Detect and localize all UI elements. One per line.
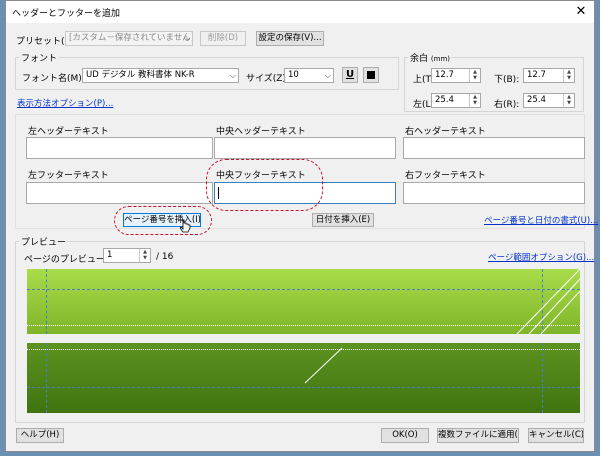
font-name-select[interactable]: UD デジタル 教科書体 NK-R ⌵	[82, 68, 239, 83]
save-preset-button[interactable]: 設定の保存(V)...	[256, 31, 324, 46]
header-preview-image	[27, 269, 580, 334]
page-range-options-link[interactable]: ページ範囲オプション(G)...	[488, 251, 594, 263]
page-preview-value: 1	[107, 250, 113, 260]
font-group-label: フォント	[19, 51, 60, 64]
chevron-down-icon: ⌵	[324, 71, 331, 80]
delete-preset-button[interactable]: 削除(D)	[200, 31, 246, 46]
left-footer-label: 左フッターテキスト	[28, 171, 109, 181]
apply-multiple-files-button[interactable]: 複数ファイルに適用(A)	[437, 428, 519, 443]
help-button[interactable]: ヘルプ(H)	[16, 428, 64, 443]
font-size-label: サイズ(Z):	[246, 74, 289, 84]
spinner-arrows-icon[interactable]: ▲ ▼	[563, 69, 574, 82]
display-options-link[interactable]: 表示方法オプション(P)...	[17, 97, 113, 109]
chevron-down-icon: ⌵	[229, 71, 236, 80]
margin-right-label: 右(R):	[494, 100, 520, 110]
margin-bottom-value: 12.7	[527, 70, 546, 80]
font-name-label: フォント名(M):	[22, 74, 85, 84]
right-header-label: 右ヘッダーテキスト	[405, 127, 486, 137]
decorative-lines-icon	[516, 269, 580, 334]
margin-unit: (mm)	[430, 55, 450, 63]
margin-bottom-input[interactable]: 12.7 ▲ ▼	[523, 68, 575, 83]
insert-date-button[interactable]: 日付を挿入(E)	[312, 213, 374, 227]
preview-group-label: プレビュー	[19, 235, 69, 248]
page-preview-input[interactable]: 1 ▲ ▼	[103, 248, 151, 263]
margin-group-label: 余白 (mm)	[408, 51, 452, 64]
preset-value: [カスタム－保存されていません]	[69, 33, 193, 43]
margin-top-value: 12.7	[435, 70, 454, 80]
left-header-label: 左ヘッダーテキスト	[28, 127, 109, 137]
highlight-circle-insert	[114, 206, 212, 235]
margin-right-value: 25.4	[527, 95, 546, 105]
chevron-down-icon: ⌵	[183, 34, 190, 43]
margin-top-input[interactable]: 12.7 ▲ ▼	[431, 68, 481, 83]
font-size-value: 10	[288, 70, 299, 80]
font-color-button[interactable]	[363, 67, 379, 83]
close-icon[interactable]: ✕	[572, 3, 590, 21]
dialog-window: ヘッダーとフッターを追加 ✕ プリセット(S): [カスタム－保存されていません…	[5, 0, 598, 452]
right-footer-input[interactable]	[403, 182, 585, 204]
right-header-input[interactable]	[403, 137, 585, 159]
underline-button[interactable]: U	[342, 67, 358, 83]
font-size-select[interactable]: 10 ⌵	[284, 68, 334, 83]
preset-select[interactable]: [カスタム－保存されていません] ⌵	[65, 31, 193, 46]
left-header-input[interactable]	[26, 137, 213, 159]
spinner-arrows-icon[interactable]: ▲ ▼	[469, 69, 480, 82]
footer-preview-image	[27, 343, 580, 413]
margin-left-input[interactable]: 25.4 ▲ ▼	[431, 93, 481, 108]
spinner-arrows-icon[interactable]: ▲ ▼	[469, 94, 480, 107]
page-total: / 16	[156, 252, 174, 262]
title-bar: ヘッダーとフッターを追加 ✕	[6, 1, 594, 23]
margin-title: 余白	[410, 54, 429, 64]
color-swatch	[367, 71, 375, 79]
spinner-arrows-icon[interactable]: ▲ ▼	[563, 94, 574, 107]
highlight-circle-center-footer	[206, 159, 323, 211]
spinner-arrows-icon[interactable]: ▲ ▼	[139, 249, 150, 262]
margin-bottom-label: 下(B):	[494, 75, 520, 85]
font-name-value: UD デジタル 教科書体 NK-R	[86, 70, 195, 80]
ok-button[interactable]: OK(O)	[381, 428, 429, 443]
margin-right-input[interactable]: 25.4 ▲ ▼	[523, 93, 575, 108]
center-header-input[interactable]	[214, 137, 396, 159]
window-title: ヘッダーとフッターを追加	[12, 9, 121, 19]
page-date-format-link[interactable]: ページ番号と日付の書式(U)...	[484, 214, 598, 226]
decorative-line-icon	[304, 347, 343, 384]
mouse-pointer-icon	[180, 219, 191, 233]
left-footer-input[interactable]	[26, 182, 213, 204]
right-footer-label: 右フッターテキスト	[405, 171, 486, 181]
cancel-button[interactable]: キャンセル(C)	[528, 428, 584, 443]
center-header-label: 中央ヘッダーテキスト	[216, 127, 306, 137]
margin-left-value: 25.4	[435, 95, 454, 105]
